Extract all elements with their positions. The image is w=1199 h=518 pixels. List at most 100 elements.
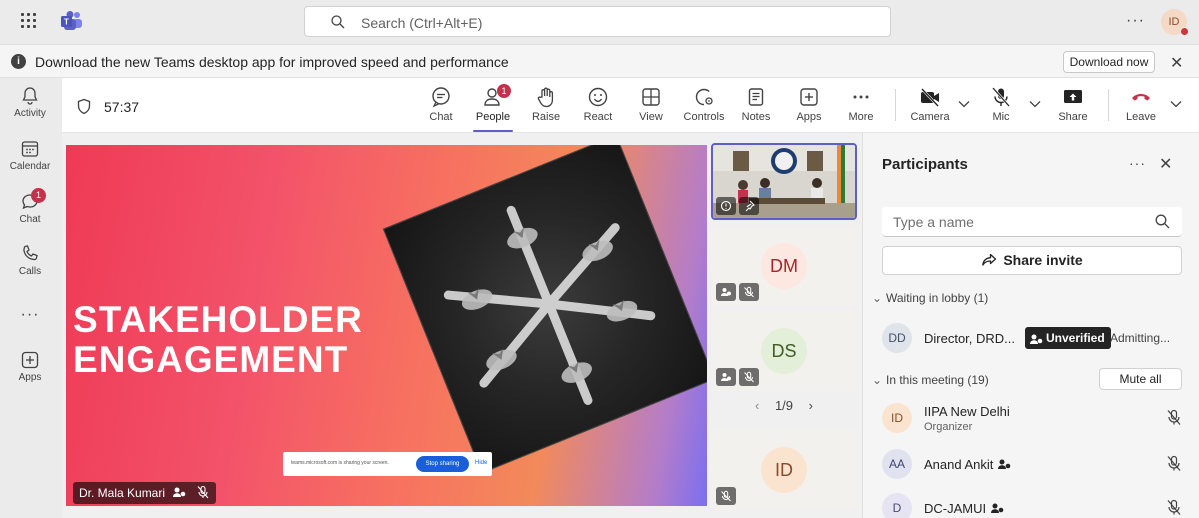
- participant-row[interactable]: AA Anand Ankit: [882, 447, 1197, 481]
- participant-row[interactable]: D DC-JAMUI: [882, 491, 1197, 518]
- search-placeholder: Search (Ctrl+Alt+E): [361, 15, 483, 31]
- toolbar-label: More: [848, 111, 874, 123]
- notes-icon: [748, 88, 764, 106]
- verified-icon: [716, 197, 736, 215]
- pager-prev-icon[interactable]: ‹: [755, 398, 759, 413]
- meeting-header-text: In this meeting (19): [886, 373, 989, 387]
- video-tile-ds[interactable]: DS: [711, 311, 857, 391]
- toolbar-label: People: [475, 111, 511, 123]
- presenter-name: Dr. Mala Kumari: [79, 486, 166, 500]
- leave-options-chevron-icon[interactable]: [1170, 100, 1182, 108]
- toolbar-raise-button[interactable]: Raise: [516, 86, 576, 123]
- download-now-button[interactable]: Download now: [1063, 51, 1155, 73]
- mic-muted-icon: [1167, 455, 1181, 471]
- toolbar-chat-button[interactable]: Chat: [411, 86, 471, 123]
- unverified-badge: Unverified: [1025, 327, 1111, 349]
- lobby-header-text: Waiting in lobby (1): [886, 291, 989, 305]
- screen-share-notice: teams.microsoft.com is sharing your scre…: [283, 452, 492, 476]
- pin-icon: [739, 197, 759, 215]
- unverified-label: Unverified: [1046, 331, 1105, 345]
- mute-all-button[interactable]: Mute all: [1099, 368, 1182, 390]
- participant-name: IIPA New Delhi: [924, 404, 1010, 419]
- toolbar-apps-button[interactable]: Apps: [779, 86, 839, 123]
- tile-indicators: [716, 283, 759, 301]
- search-bar[interactable]: Search (Ctrl+Alt+E): [304, 6, 891, 37]
- participant-row[interactable]: ID IIPA New Delhi Organizer: [882, 401, 1197, 435]
- panel-close-icon[interactable]: ✕: [1159, 154, 1172, 174]
- participant-name-text: Anand Ankit: [924, 457, 994, 472]
- lobby-participant-row[interactable]: DD Director, DRD... Unverified Admitting…: [882, 321, 1197, 355]
- stop-sharing-button[interactable]: Stop sharing: [416, 456, 469, 472]
- search-icon: [331, 15, 345, 29]
- user-avatar[interactable]: ID: [1161, 9, 1189, 36]
- rail-item-activity[interactable]: Activity: [0, 86, 60, 119]
- app-launcher-icon[interactable]: [21, 13, 37, 29]
- toolbar-label: Notes: [741, 111, 771, 123]
- rail-item-calendar[interactable]: Calendar: [0, 139, 60, 172]
- toolbar-mic-button[interactable]: Mic: [971, 86, 1031, 123]
- toolbar-more-button[interactable]: More: [831, 86, 891, 123]
- tile-avatar: DS: [761, 328, 807, 374]
- user-initials: ID: [1168, 16, 1180, 28]
- pager-text: 1/9: [774, 398, 794, 413]
- bell-icon: [22, 87, 38, 105]
- share-notice-text: teams.microsoft.com is sharing your scre…: [291, 460, 389, 466]
- settings-more-icon[interactable]: ···: [1126, 12, 1145, 30]
- calendar-icon: [21, 141, 39, 157]
- video-tile-room[interactable]: [711, 143, 857, 220]
- toolbar-notes-button[interactable]: Notes: [726, 86, 786, 123]
- panel-more-icon[interactable]: ···: [1129, 155, 1146, 171]
- share-invite-label: Share invite: [1003, 252, 1083, 268]
- hands-plants-image: [384, 145, 707, 473]
- pager-next-icon[interactable]: ›: [809, 398, 813, 413]
- toolbar-share-button[interactable]: Share: [1043, 86, 1103, 123]
- apps-plus-icon: [800, 88, 818, 106]
- meeting-section-header[interactable]: ⌄ In this meeting (19): [872, 373, 989, 387]
- toolbar-label: Chat: [429, 111, 453, 123]
- rail-item-more[interactable]: ···: [0, 304, 60, 324]
- panel-title: Participants: [882, 156, 968, 173]
- meeting-toolbar: 57:37 Chat 1 People Raise React View Con…: [62, 78, 1199, 133]
- lobby-section-header[interactable]: ⌄ Waiting in lobby (1): [872, 291, 988, 305]
- share-invite-button[interactable]: Share invite: [882, 246, 1182, 275]
- rail-label: Apps: [18, 372, 42, 383]
- toolbar-label: Mic: [992, 111, 1010, 123]
- toolbar-people-button[interactable]: 1 People: [463, 84, 523, 132]
- people-verified-icon: [173, 487, 186, 497]
- toolbar-controls-button[interactable]: Controls: [674, 86, 734, 123]
- toolbar-camera-button[interactable]: Camera: [900, 86, 960, 123]
- participant-name: Anand Ankit: [924, 457, 1011, 472]
- mic-off-icon: [992, 87, 1010, 107]
- teams-logo-icon[interactable]: T: [60, 10, 84, 32]
- slide-title-line-2: ENGAGEMENT: [73, 339, 349, 380]
- rail-item-apps[interactable]: Apps: [0, 350, 60, 383]
- rail-label: Activity: [14, 108, 46, 119]
- participant-name: Director, DRD...: [924, 331, 1016, 346]
- rail-item-chat[interactable]: 1 Chat: [0, 188, 60, 225]
- participant-avatar: AA: [882, 449, 912, 479]
- video-tile-dm[interactable]: DM: [711, 226, 857, 306]
- banner-close-icon[interactable]: ✕: [1170, 53, 1183, 73]
- rail-item-calls[interactable]: Calls: [0, 244, 60, 277]
- mic-muted-icon: [739, 368, 759, 386]
- hide-link[interactable]: Hide: [475, 460, 487, 466]
- toolbar-divider: [1108, 89, 1109, 121]
- mic-options-chevron-icon[interactable]: [1029, 100, 1041, 108]
- phone-icon: [23, 245, 38, 261]
- tile-indicators: [716, 197, 759, 215]
- camera-options-chevron-icon[interactable]: [958, 100, 970, 108]
- toolbar-react-button[interactable]: React: [568, 86, 628, 123]
- toolbar-label: Camera: [910, 111, 950, 123]
- status-dot-icon: [1180, 27, 1189, 36]
- video-tile-id[interactable]: ID: [711, 430, 857, 510]
- more-icon: [853, 95, 869, 99]
- apps-plus-icon: [21, 351, 39, 369]
- verified-icon: [998, 459, 1011, 469]
- banner-message: Download the new Teams desktop app for i…: [35, 54, 509, 70]
- participant-avatar: D: [882, 493, 912, 518]
- toolbar-leave-button[interactable]: Leave: [1111, 86, 1171, 123]
- participant-search-input[interactable]: Type a name: [882, 207, 1182, 237]
- tile-avatar: ID: [761, 447, 807, 493]
- shared-screen[interactable]: STAKEHOLDER ENGAGEMENT teams.microsoft.c…: [66, 145, 707, 506]
- toolbar-view-button[interactable]: View: [621, 86, 681, 123]
